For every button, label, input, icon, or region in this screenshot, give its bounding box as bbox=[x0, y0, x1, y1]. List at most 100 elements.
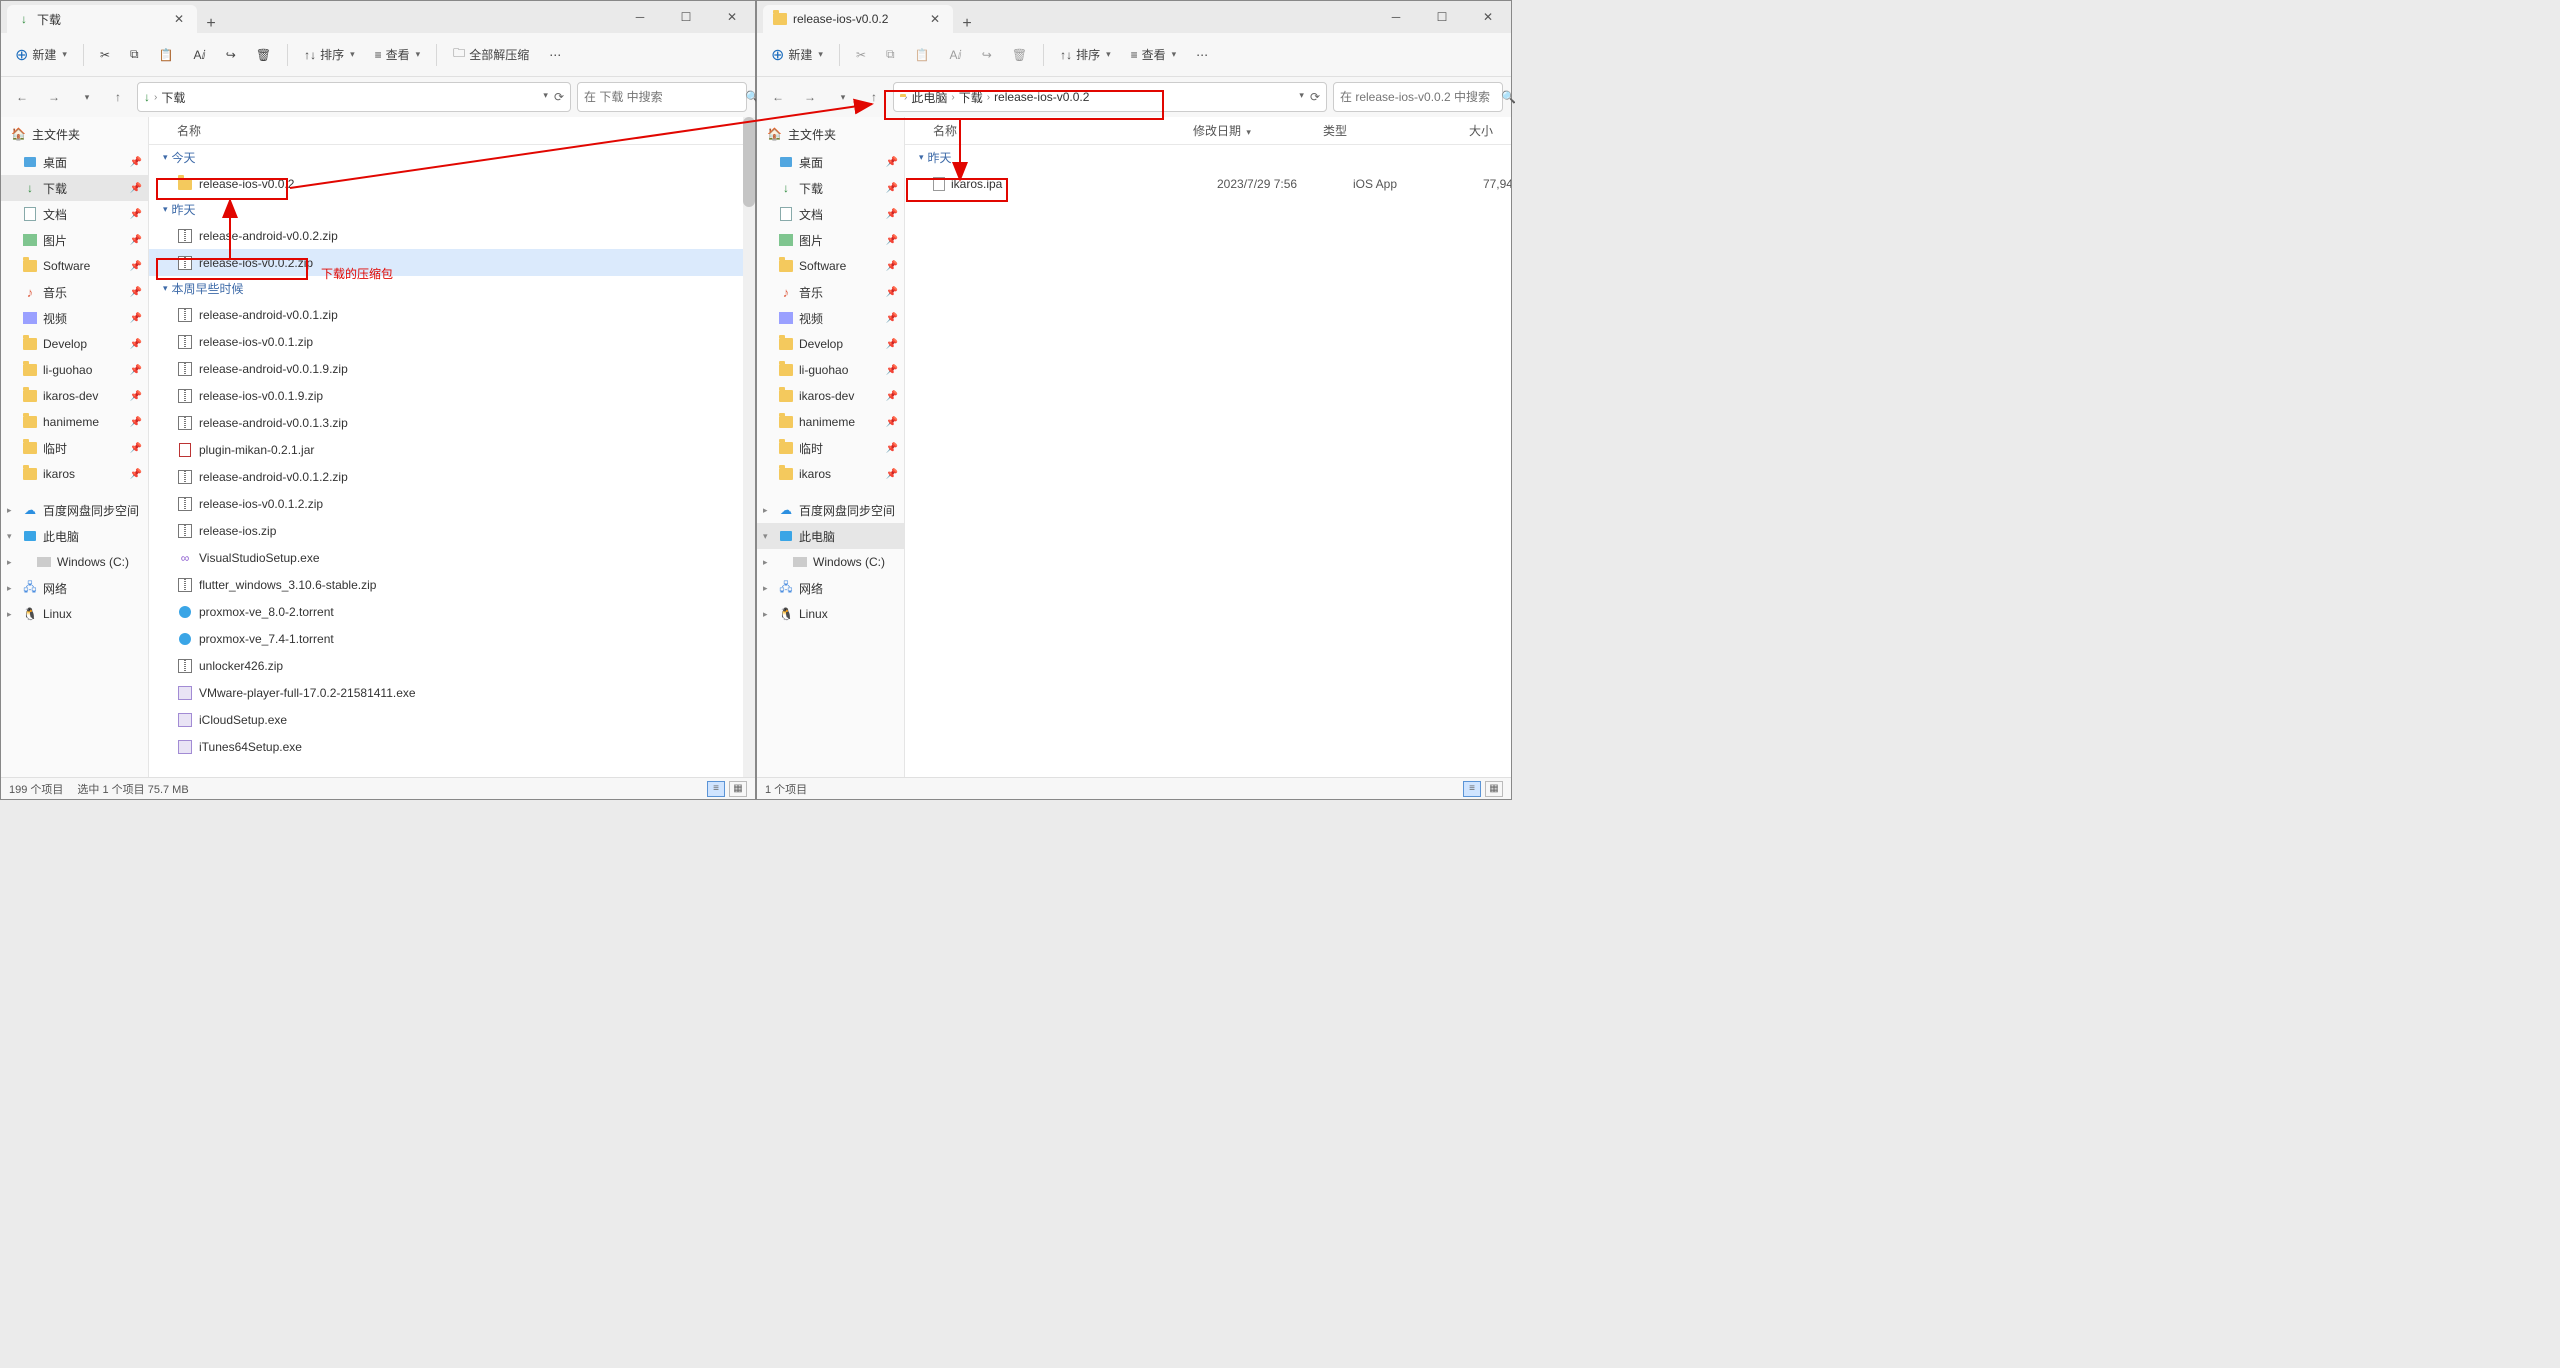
back-button[interactable]: ← bbox=[9, 84, 35, 110]
file-row[interactable]: release-android-v0.0.1.3.zip bbox=[149, 409, 755, 436]
sidebar-item-音乐[interactable]: ♪音乐📌 bbox=[1, 279, 148, 305]
sidebar-item-Software[interactable]: Software📌 bbox=[1, 253, 148, 279]
rename-button[interactable]: Aⅈ bbox=[942, 42, 970, 68]
chevron-icon[interactable]: ▸ bbox=[7, 505, 12, 516]
chevron-icon[interactable]: ▸ bbox=[7, 557, 12, 568]
sidebar-item-下载[interactable]: ↓下载📌 bbox=[1, 175, 148, 201]
sidebar-item-hanimeme[interactable]: hanimeme📌 bbox=[1, 409, 148, 435]
sidebar-item-文档[interactable]: 文档📌 bbox=[1, 201, 148, 227]
file-row[interactable]: ∞VisualStudioSetup.exe bbox=[149, 544, 755, 571]
minimize-button[interactable]: ─ bbox=[617, 1, 663, 33]
new-button[interactable]: ⊕ 新建 ▾ bbox=[763, 39, 831, 71]
column-name[interactable]: 名称 bbox=[177, 122, 211, 139]
sidebar-tree-百度网盘同步空间[interactable]: ▸☁百度网盘同步空间 bbox=[757, 497, 904, 523]
paste-button[interactable]: 📋 bbox=[907, 42, 938, 68]
cut-button[interactable]: ✂ bbox=[92, 42, 118, 68]
file-row[interactable]: unlocker426.zip bbox=[149, 652, 755, 679]
chevron-icon[interactable]: ▸ bbox=[763, 583, 768, 594]
sidebar-item-临时[interactable]: 临时📌 bbox=[757, 435, 904, 461]
sidebar-item-视频[interactable]: 视频📌 bbox=[1, 305, 148, 331]
file-row[interactable]: proxmox-ve_7.4-1.torrent bbox=[149, 625, 755, 652]
delete-button[interactable]: 🗑 bbox=[1004, 42, 1035, 68]
file-row[interactable]: iCloudSetup.exe bbox=[149, 706, 755, 733]
more-button[interactable]: ⋯ bbox=[541, 42, 569, 68]
sidebar-tree-此电脑[interactable]: ▾此电脑 bbox=[1, 523, 148, 549]
sidebar-tree-Linux[interactable]: ▸🐧Linux bbox=[757, 601, 904, 627]
paste-button[interactable]: 📋 bbox=[151, 42, 182, 68]
sidebar-item-Develop[interactable]: Develop📌 bbox=[757, 331, 904, 357]
sort-button[interactable]: ↑↓ 排序 ▾ bbox=[1052, 40, 1119, 69]
new-tab-button[interactable]: + bbox=[953, 15, 981, 33]
view-button[interactable]: ≡ 查看 ▾ bbox=[367, 40, 429, 69]
sidebar-item-Software[interactable]: Software📌 bbox=[757, 253, 904, 279]
sidebar-tree-网络[interactable]: ▸🖧网络 bbox=[1, 575, 148, 601]
sidebar-tree-Linux[interactable]: ▸🐧Linux bbox=[1, 601, 148, 627]
recent-button[interactable]: ▾ bbox=[829, 84, 855, 110]
sidebar-item-图片[interactable]: 图片📌 bbox=[757, 227, 904, 253]
chevron-icon[interactable]: ▾ bbox=[7, 531, 12, 542]
delete-button[interactable]: 🗑 bbox=[248, 42, 279, 68]
breadcrumb[interactable]: 下载 bbox=[959, 89, 983, 106]
sidebar-item-ikaros-dev[interactable]: ikaros-dev📌 bbox=[1, 383, 148, 409]
file-row[interactable]: proxmox-ve_8.0-2.torrent bbox=[149, 598, 755, 625]
chevron-icon[interactable]: ▸ bbox=[763, 557, 768, 568]
view-button[interactable]: ≡ 查看 ▾ bbox=[1123, 40, 1185, 69]
file-row[interactable]: release-android-v0.0.1.9.zip bbox=[149, 355, 755, 382]
search-input[interactable] bbox=[1340, 90, 1495, 104]
sidebar-home[interactable]: 🏠 主文件夹 bbox=[1, 121, 148, 147]
chevron-icon[interactable]: ▾ bbox=[763, 531, 768, 542]
close-tab-icon[interactable]: ✕ bbox=[927, 12, 943, 26]
rename-button[interactable]: Aⅈ bbox=[186, 42, 214, 68]
file-row[interactable]: ikaros.ipa2023/7/29 7:56iOS App77,947 KB bbox=[905, 170, 1511, 197]
icons-view-button[interactable]: ▦ bbox=[729, 781, 747, 797]
back-button[interactable]: ← bbox=[765, 84, 791, 110]
sidebar-item-Develop[interactable]: Develop📌 bbox=[1, 331, 148, 357]
file-row[interactable]: release-android-v0.0.1.zip bbox=[149, 301, 755, 328]
chevron-icon[interactable]: ▸ bbox=[7, 609, 12, 620]
refresh-icon[interactable]: ⟳ bbox=[1310, 90, 1320, 104]
sidebar-item-图片[interactable]: 图片📌 bbox=[1, 227, 148, 253]
new-button[interactable]: ⊕ 新建 ▾ bbox=[7, 39, 75, 71]
search-input[interactable] bbox=[584, 90, 739, 104]
details-view-button[interactable]: ≡ bbox=[707, 781, 725, 797]
forward-button[interactable]: → bbox=[41, 84, 67, 110]
more-button[interactable]: ⋯ bbox=[1188, 42, 1216, 68]
file-row[interactable]: release-ios-v0.0.1.zip bbox=[149, 328, 755, 355]
address-bar[interactable]: ↓ › 下载 ▾⟳ bbox=[137, 82, 571, 112]
sidebar-tree-Windows (C:)[interactable]: ▸Windows (C:) bbox=[1, 549, 148, 575]
copy-button[interactable]: ⧉ bbox=[878, 41, 903, 68]
share-button[interactable]: ↪ bbox=[218, 42, 244, 68]
share-button[interactable]: ↪ bbox=[974, 42, 1000, 68]
details-view-button[interactable]: ≡ bbox=[1463, 781, 1481, 797]
group-header[interactable]: ▾本周早些时候 bbox=[149, 276, 755, 301]
chevron-down-icon[interactable]: ▾ bbox=[543, 90, 548, 104]
sidebar-item-ikaros[interactable]: ikaros📌 bbox=[757, 461, 904, 487]
maximize-button[interactable]: ☐ bbox=[663, 1, 709, 33]
column-headers[interactable]: 名称 bbox=[149, 117, 755, 145]
sidebar-item-hanimeme[interactable]: hanimeme📌 bbox=[757, 409, 904, 435]
sidebar-tree-百度网盘同步空间[interactable]: ▸☁百度网盘同步空间 bbox=[1, 497, 148, 523]
chevron-icon[interactable]: ▸ bbox=[763, 609, 768, 620]
group-header[interactable]: ▾今天 bbox=[149, 145, 755, 170]
refresh-icon[interactable]: ⟳ bbox=[554, 90, 564, 104]
file-row[interactable]: release-android-v0.0.1.2.zip bbox=[149, 463, 755, 490]
file-row[interactable]: release-ios-v0.0.2 bbox=[149, 170, 755, 197]
forward-button[interactable]: → bbox=[797, 84, 823, 110]
up-button[interactable]: ↑ bbox=[105, 84, 131, 110]
column-headers[interactable]: 名称 修改日期 ▾ 类型 大小 bbox=[905, 117, 1511, 145]
maximize-button[interactable]: ☐ bbox=[1419, 1, 1465, 33]
extract-all-button[interactable]: 🗀 全部解压缩 bbox=[445, 38, 537, 71]
sort-button[interactable]: ↑↓ 排序 ▾ bbox=[296, 40, 363, 69]
sidebar-tree-此电脑[interactable]: ▾此电脑 bbox=[757, 523, 904, 549]
copy-button[interactable]: ⧉ bbox=[122, 41, 147, 68]
file-row[interactable]: release-ios.zip bbox=[149, 517, 755, 544]
search-box[interactable]: 🔍 bbox=[1333, 82, 1503, 112]
file-row[interactable]: release-ios-v0.0.2.zip bbox=[149, 249, 755, 276]
file-row[interactable]: release-ios-v0.0.1.9.zip bbox=[149, 382, 755, 409]
new-tab-button[interactable]: + bbox=[197, 15, 225, 33]
sidebar-item-音乐[interactable]: ♪音乐📌 bbox=[757, 279, 904, 305]
sidebar-item-视频[interactable]: 视频📌 bbox=[757, 305, 904, 331]
scrollbar-track[interactable] bbox=[743, 117, 755, 777]
file-row[interactable]: flutter_windows_3.10.6-stable.zip bbox=[149, 571, 755, 598]
up-button[interactable]: ↑ bbox=[861, 84, 887, 110]
